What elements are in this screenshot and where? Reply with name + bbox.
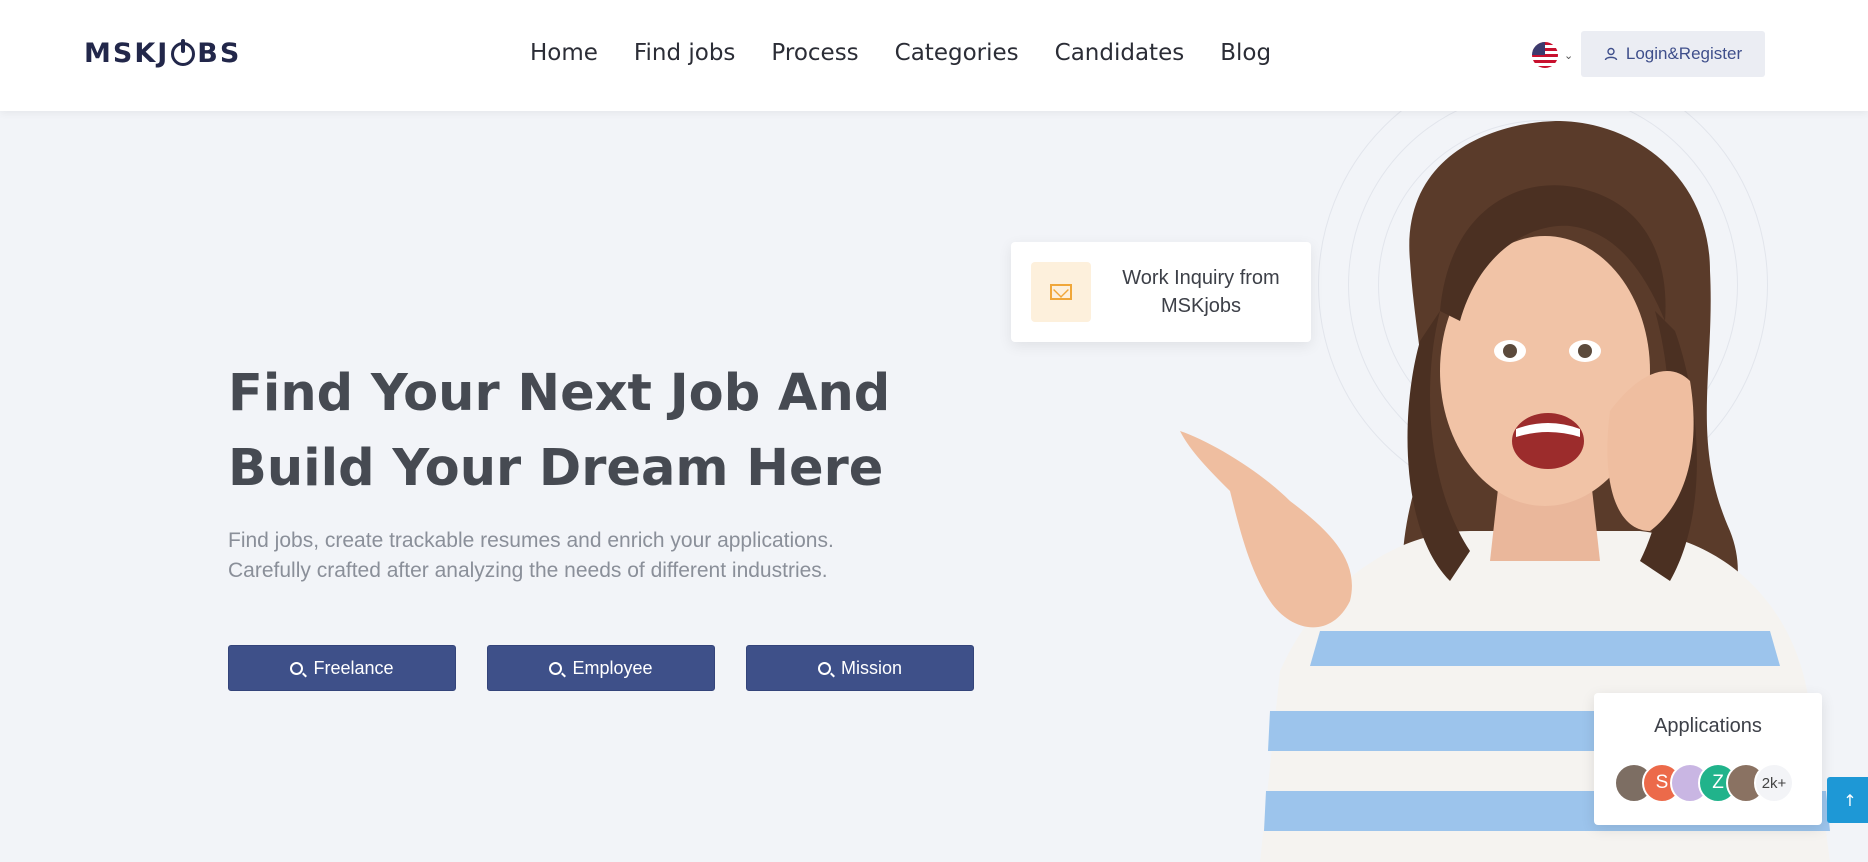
- site-header: MSK J BS Home Find jobs Process Categori…: [0, 0, 1868, 111]
- main-nav: Home Find jobs Process Categories Candid…: [530, 40, 1271, 66]
- applications-count: 2k+: [1754, 763, 1794, 803]
- hero-title-line1: Find Your Next Job And: [228, 364, 891, 423]
- logo[interactable]: MSK J BS: [84, 38, 241, 69]
- login-register-label: Login&Register: [1625, 44, 1743, 63]
- login-register-button[interactable]: Login&Register: [1581, 31, 1765, 77]
- inquiry-text: Work Inquiry from MSKjobs: [1091, 264, 1311, 320]
- hero-title-line2: Build Your Dream Here: [228, 439, 884, 498]
- inquiry-icon-box: [1031, 262, 1091, 322]
- applications-card: Applications S Z 2k+: [1594, 693, 1822, 825]
- inquiry-line1: Work Inquiry from: [1122, 267, 1280, 289]
- us-flag-icon: [1532, 42, 1558, 68]
- logo-text-left: MSK: [84, 38, 158, 69]
- employee-button[interactable]: Employee: [487, 645, 715, 691]
- hero-subtitle: Find jobs, create trackable resumes and …: [228, 526, 948, 586]
- search-icon: [817, 661, 831, 675]
- hero-title: Find Your Next Job And Build Your Dream …: [228, 356, 928, 506]
- inquiry-line2: MSKjobs: [1160, 295, 1242, 317]
- search-icon: [290, 661, 304, 675]
- nav-candidates[interactable]: Candidates: [1055, 40, 1185, 66]
- freelance-button[interactable]: Freelance: [228, 645, 456, 691]
- nav-blog[interactable]: Blog: [1220, 40, 1271, 66]
- user-icon: [1604, 47, 1618, 61]
- chevron-down-icon: ⌄: [1564, 48, 1574, 62]
- mission-button[interactable]: Mission: [746, 645, 974, 691]
- mail-icon: [1050, 284, 1072, 300]
- applicant-avatars: S Z 2k+: [1614, 763, 1794, 803]
- mission-label: Mission: [840, 657, 902, 678]
- hero-subtitle-line1: Find jobs, create trackable resumes and …: [228, 529, 834, 552]
- nav-categories[interactable]: Categories: [895, 40, 1019, 66]
- search-icon: [549, 661, 563, 675]
- nav-find-jobs[interactable]: Find jobs: [634, 40, 735, 66]
- nav-process[interactable]: Process: [771, 40, 858, 66]
- scroll-to-top-button[interactable]: ↑: [1827, 777, 1868, 823]
- freelance-label: Freelance: [313, 657, 394, 678]
- logo-text-mid: J: [157, 38, 170, 69]
- work-inquiry-card[interactable]: Work Inquiry from MSKjobs: [1011, 242, 1311, 342]
- logo-mark-icon: [171, 38, 196, 66]
- nav-home[interactable]: Home: [530, 40, 598, 66]
- employee-label: Employee: [572, 657, 653, 678]
- arrow-up-icon: ↑: [1843, 790, 1857, 810]
- logo-text-right: BS: [197, 38, 242, 69]
- applications-title: Applications: [1654, 715, 1762, 737]
- language-selector[interactable]: ⌄: [1532, 42, 1573, 68]
- hero-subtitle-line2: Carefully crafted after analyzing the ne…: [228, 559, 828, 582]
